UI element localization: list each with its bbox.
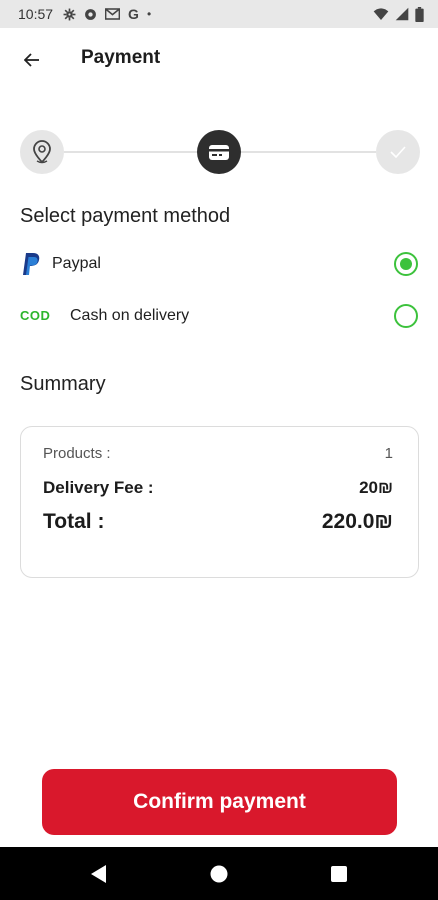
status-left: 10:57 G • bbox=[18, 6, 151, 22]
nav-back-icon bbox=[91, 865, 106, 883]
card-icon bbox=[209, 144, 229, 160]
cod-radio[interactable] bbox=[394, 304, 418, 328]
check-icon bbox=[390, 146, 406, 158]
step-payment bbox=[197, 130, 241, 174]
cod-icon: COD bbox=[20, 308, 51, 323]
step-connector bbox=[64, 151, 197, 153]
paypal-label: Paypal bbox=[52, 255, 101, 272]
signal-icon bbox=[395, 7, 409, 21]
wifi-icon bbox=[373, 8, 389, 20]
notification-icons: G • bbox=[63, 6, 151, 22]
nav-recents-icon bbox=[331, 866, 347, 882]
dot-icon: • bbox=[146, 7, 152, 21]
cod-label: Cash on delivery bbox=[70, 307, 190, 324]
products-value: 1 bbox=[384, 445, 393, 462]
nav-home-button[interactable] bbox=[208, 863, 230, 885]
status-bar: 10:57 G • bbox=[0, 0, 438, 28]
status-right bbox=[373, 6, 424, 22]
shield-icon bbox=[85, 8, 96, 20]
battery-icon bbox=[415, 6, 424, 22]
nav-back-button[interactable] bbox=[88, 863, 110, 885]
paypal-icon bbox=[23, 253, 40, 275]
total-value: 220.0₪ bbox=[321, 510, 393, 533]
payment-option-cod[interactable]: COD Cash on delivery bbox=[0, 296, 438, 336]
paypal-radio[interactable] bbox=[394, 252, 418, 276]
status-time: 10:57 bbox=[18, 6, 54, 22]
mail-icon bbox=[105, 8, 121, 20]
nav-home-icon bbox=[210, 865, 228, 883]
app-bar: Payment bbox=[0, 28, 438, 90]
step-confirm bbox=[376, 130, 420, 174]
summary-fee-row: Delivery Fee : 20₪ bbox=[43, 478, 393, 498]
back-button[interactable] bbox=[18, 46, 46, 74]
fee-label: Delivery Fee : bbox=[43, 478, 154, 497]
radio-selected-dot bbox=[400, 258, 412, 270]
products-label: Products : bbox=[43, 445, 111, 462]
nav-recents-button[interactable] bbox=[328, 863, 350, 885]
payment-method-title: Select payment method bbox=[20, 205, 231, 227]
summary-card: Products : 1 Delivery Fee : 20₪ Total : … bbox=[20, 426, 419, 578]
payment-option-paypal[interactable]: Paypal bbox=[0, 244, 438, 284]
step-connector bbox=[241, 151, 376, 153]
google-icon: G bbox=[128, 6, 139, 22]
system-nav-bar bbox=[0, 847, 438, 900]
step-address bbox=[20, 130, 64, 174]
gear-icon bbox=[63, 8, 76, 20]
confirm-payment-button[interactable]: Confirm payment bbox=[42, 769, 397, 835]
summary-title: Summary bbox=[20, 373, 106, 395]
checkout-stepper bbox=[20, 130, 420, 174]
summary-products-row: Products : 1 bbox=[43, 445, 393, 462]
page-title: Payment bbox=[81, 47, 161, 68]
location-pin-icon bbox=[33, 140, 51, 164]
summary-total-row: Total : 220.0₪ bbox=[43, 510, 393, 534]
total-label: Total : bbox=[43, 510, 105, 533]
fee-value: 20₪ bbox=[359, 478, 393, 497]
back-arrow-icon bbox=[24, 53, 39, 67]
